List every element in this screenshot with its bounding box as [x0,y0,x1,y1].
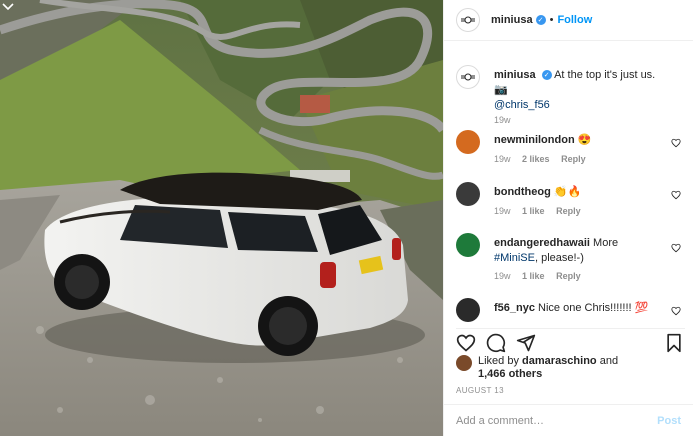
follow-button[interactable]: Follow [557,14,592,26]
comment-likes[interactable]: 1 like [522,271,545,281]
avatar[interactable] [456,355,472,371]
comment-meta: 19w 1 like Reply [494,271,590,281]
caption-text: miniusa ✓ At the top it's just us. 📷 @ch… [494,68,661,113]
post-header: miniusa ✓ • Follow [444,0,693,41]
avatar[interactable] [456,130,480,154]
post-side-panel: miniusa ✓ • Follow miniusa ✓ At the top … [443,0,693,436]
verified-icon: ✓ [541,70,552,81]
caption-mention[interactable]: @chris_f56 [494,99,550,111]
comment-body: More [593,237,619,249]
heart-icon[interactable] [456,333,476,353]
comment-time[interactable]: 19w [494,154,511,164]
avatar[interactable] [456,298,480,322]
comment-body: Nice one Chris!!!!!!! 💯 [538,302,649,314]
comment-meta: 19w 2 likes Reply [494,154,595,164]
avatar[interactable] [456,65,480,89]
comment-username[interactable]: endangeredhawaii [494,237,590,249]
heart-icon[interactable] [671,138,681,148]
add-comment-bar: Add a comment… Post [444,404,693,437]
post-date[interactable]: AUGUST 13 [456,386,504,395]
post-modal: miniusa ✓ • Follow miniusa ✓ At the top … [0,0,693,436]
heart-icon[interactable] [671,306,681,316]
comment-body-2: , please!-) [534,252,584,264]
caption: miniusa ✓ At the top it's just us. 📷 @ch… [456,65,681,125]
comment-username[interactable]: bondtheog [494,186,551,198]
reply-button[interactable]: Reply [556,206,581,216]
heart-icon[interactable] [671,243,681,253]
comment-time[interactable]: 19w [494,206,511,216]
list-item: bondtheog 👏🔥 19w 1 like Reply [456,182,681,222]
verified-icon: ✓ [535,15,546,25]
comment-text: bondtheog 👏🔥 [494,185,661,200]
liked-by-user[interactable]: damaraschino [522,355,597,367]
mini-logo-icon [461,16,475,24]
chevron-down-icon[interactable] [0,0,16,16]
comment-likes[interactable]: 1 like [522,206,545,216]
comment-text: newminilondon 😍 [494,133,661,148]
caption-time[interactable]: 19w [494,115,511,125]
comment-body: 👏🔥 [553,186,582,198]
comment-likes[interactable]: 2 likes [522,154,550,164]
separator-dot: • [549,14,554,26]
caption-meta: 19w [494,115,520,125]
comment-username[interactable]: newminilondon [494,134,575,146]
comment-input[interactable]: Add a comment… [456,415,544,427]
avatar[interactable] [456,233,480,257]
header-username[interactable]: miniusa [491,14,533,26]
avatar[interactable] [456,182,480,206]
post-button[interactable]: Post [657,415,681,427]
reply-button[interactable]: Reply [561,154,586,164]
comment-body: 😍 [577,134,592,146]
list-item: newminilondon 😍 19w 2 likes Reply [456,130,681,170]
liked-by-line: Liked by damaraschino and [478,355,618,368]
comment-username[interactable]: f56_nyc [494,302,535,314]
heart-icon[interactable] [671,190,681,200]
comment-text: endangeredhawaii More #MiniSE, please!-) [494,236,661,266]
share-icon[interactable] [516,333,536,353]
comment-text: f56_nyc Nice one Chris!!!!!!! 💯 [494,301,661,316]
likes-count[interactable]: 1,466 others [478,368,542,381]
comment-icon[interactable] [486,333,506,353]
post-photo[interactable] [0,0,443,436]
reply-button[interactable]: Reply [556,271,581,281]
comment-time[interactable]: 19w [494,271,511,281]
list-item: endangeredhawaii More #MiniSE, please!-)… [456,233,681,283]
list-item: f56_nyc Nice one Chris!!!!!!! 💯 [456,298,681,322]
liked-by-and: and [599,355,619,367]
avatar[interactable] [456,8,480,32]
mini-car-mountain-image [0,0,443,436]
bookmark-icon[interactable] [665,333,683,353]
mini-logo-icon [461,73,475,81]
comment-hashtag[interactable]: #MiniSE [494,252,535,264]
comments-list[interactable]: miniusa ✓ At the top it's just us. 📷 @ch… [444,52,693,322]
comment-meta: 19w 1 like Reply [494,206,590,216]
action-bar [456,328,685,355]
caption-username[interactable]: miniusa [494,69,536,81]
liked-by-prefix: Liked by [478,355,519,367]
